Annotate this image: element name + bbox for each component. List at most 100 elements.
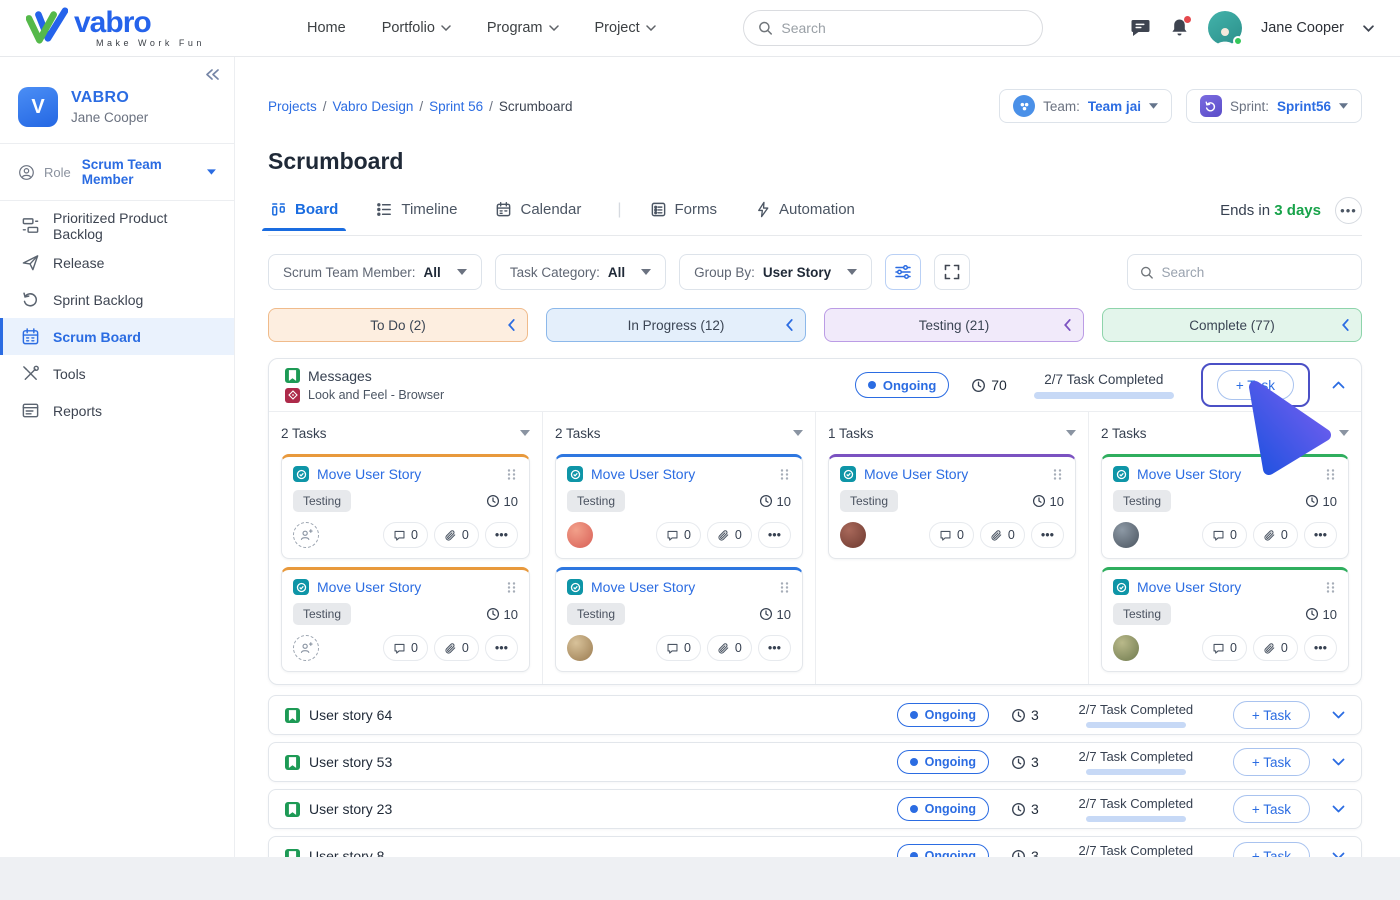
- story-panel-header[interactable]: Messages Look and Feel - Browser Ongoing: [269, 359, 1361, 412]
- drag-handle-icon[interactable]: [1324, 468, 1337, 481]
- tab-calendar[interactable]: Calendar: [493, 201, 583, 230]
- board-search-input[interactable]: [1161, 265, 1349, 280]
- add-task-button[interactable]: + Task: [1217, 370, 1294, 400]
- nav-portfolio[interactable]: Portfolio: [382, 20, 451, 36]
- assignee-avatar[interactable]: [293, 635, 319, 661]
- card-more-icon[interactable]: •••: [485, 522, 518, 548]
- scrum-team-member-filter[interactable]: Scrum Team Member: All: [268, 254, 482, 290]
- expand-row-chevron-down-icon[interactable]: [1332, 711, 1345, 719]
- task-card[interactable]: Move User Story Testing 10: [281, 454, 530, 559]
- global-search[interactable]: [743, 10, 1043, 46]
- assignee-avatar[interactable]: [293, 522, 319, 548]
- task-title-link[interactable]: Move User Story: [591, 466, 770, 482]
- role-value[interactable]: Scrum Team Member: [82, 157, 216, 187]
- more-options-icon[interactable]: •••: [1335, 197, 1362, 224]
- comments-count[interactable]: 0: [383, 635, 428, 661]
- assignee-avatar[interactable]: [567, 522, 593, 548]
- nav-program[interactable]: Program: [487, 20, 559, 36]
- expand-row-chevron-down-icon[interactable]: [1332, 758, 1345, 766]
- task-card[interactable]: Move User Story Testing 10: [281, 567, 530, 672]
- sidebar-item-tools[interactable]: Tools: [0, 355, 234, 392]
- sidebar-item-scrum-board[interactable]: Scrum Board: [0, 318, 234, 355]
- role-selector[interactable]: Role Scrum Team Member: [0, 144, 234, 200]
- task-title-link[interactable]: Move User Story: [591, 579, 770, 595]
- column-header-testing[interactable]: Testing (21): [824, 308, 1084, 342]
- story-row[interactable]: User story 53 Ongoing 3 2/7 Task Complet…: [268, 742, 1362, 782]
- breadcrumb-sprint-56[interactable]: Sprint 56: [429, 99, 483, 114]
- tab-timeline[interactable]: Timeline: [374, 201, 459, 230]
- notifications-bell-icon[interactable]: [1170, 18, 1189, 38]
- group-by-filter[interactable]: Group By: User Story: [679, 254, 872, 290]
- board-search[interactable]: [1127, 254, 1362, 290]
- sprint-selector[interactable]: Sprint: Sprint56: [1186, 89, 1362, 123]
- card-more-icon[interactable]: •••: [758, 522, 791, 548]
- tab-forms[interactable]: Forms: [648, 201, 720, 230]
- status-badge-ongoing[interactable]: Ongoing: [897, 703, 989, 727]
- column-header-in-progress[interactable]: In Progress (12): [546, 308, 806, 342]
- sidebar-item-sprint-backlog[interactable]: Sprint Backlog: [0, 281, 234, 318]
- attachments-count[interactable]: 0: [434, 635, 479, 661]
- task-card[interactable]: Move User Story Testing 10: [828, 454, 1076, 559]
- comments-count[interactable]: 0: [929, 522, 974, 548]
- task-title-link[interactable]: Move User Story: [1137, 579, 1316, 595]
- caret-down-icon[interactable]: [520, 430, 530, 436]
- status-badge-ongoing[interactable]: Ongoing: [897, 750, 989, 774]
- status-badge-ongoing[interactable]: Ongoing: [855, 372, 949, 398]
- task-title-link[interactable]: Move User Story: [317, 579, 497, 595]
- breadcrumb-vabro-design[interactable]: Vabro Design: [333, 99, 414, 114]
- task-category-filter[interactable]: Task Category: All: [495, 254, 666, 290]
- column-header-todo[interactable]: To Do (2): [268, 308, 528, 342]
- attachments-count[interactable]: 0: [434, 522, 479, 548]
- task-title-link[interactable]: Move User Story: [317, 466, 497, 482]
- attachments-count[interactable]: 0: [980, 522, 1025, 548]
- drag-handle-icon[interactable]: [505, 468, 518, 481]
- column-header-complete[interactable]: Complete (77): [1102, 308, 1362, 342]
- drag-handle-icon[interactable]: [505, 581, 518, 594]
- add-task-button[interactable]: + Task: [1233, 795, 1310, 823]
- card-more-icon[interactable]: •••: [1304, 522, 1337, 548]
- story-row[interactable]: User story 23 Ongoing 3 2/7 Task Complet…: [268, 789, 1362, 829]
- drag-handle-icon[interactable]: [778, 468, 791, 481]
- card-more-icon[interactable]: •••: [1031, 522, 1064, 548]
- drag-handle-icon[interactable]: [778, 581, 791, 594]
- attachments-count[interactable]: 0: [707, 635, 752, 661]
- collapse-panel-chevron-up-icon[interactable]: [1332, 381, 1345, 389]
- user-avatar[interactable]: [1208, 11, 1242, 45]
- sidebar-collapse-icon[interactable]: [205, 68, 220, 86]
- breadcrumb-projects[interactable]: Projects: [268, 99, 317, 114]
- add-task-button[interactable]: + Task: [1233, 701, 1310, 729]
- nav-home[interactable]: Home: [307, 20, 346, 36]
- drag-handle-icon[interactable]: [1324, 581, 1337, 594]
- board-settings-sliders-icon[interactable]: [885, 254, 921, 290]
- team-selector[interactable]: Team: Team jai: [999, 89, 1172, 123]
- comments-count[interactable]: 0: [1202, 635, 1247, 661]
- fullscreen-icon[interactable]: [934, 254, 970, 290]
- assignee-avatar[interactable]: [567, 635, 593, 661]
- task-card[interactable]: Move User Story Testing 10: [555, 454, 803, 559]
- user-menu-caret-icon[interactable]: [1363, 25, 1374, 32]
- add-task-button[interactable]: + Task: [1233, 748, 1310, 776]
- user-name[interactable]: Jane Cooper: [1261, 20, 1344, 36]
- comments-count[interactable]: 0: [656, 522, 701, 548]
- attachments-count[interactable]: 0: [707, 522, 752, 548]
- task-card[interactable]: Move User Story Testing 10: [555, 567, 803, 672]
- nav-project[interactable]: Project: [595, 20, 656, 36]
- task-title-link[interactable]: Move User Story: [1137, 466, 1316, 482]
- story-row[interactable]: User story 64 Ongoing 3 2/7 Task Complet…: [268, 695, 1362, 735]
- comments-count[interactable]: 0: [656, 635, 701, 661]
- comments-count[interactable]: 0: [383, 522, 428, 548]
- assignee-avatar[interactable]: [1113, 635, 1139, 661]
- card-more-icon[interactable]: •••: [485, 635, 518, 661]
- task-title-link[interactable]: Move User Story: [864, 466, 1043, 482]
- sidebar-item-prioritized-product-backlog[interactable]: Prioritized Product Backlog: [0, 207, 234, 244]
- messages-icon[interactable]: [1130, 19, 1151, 38]
- sidebar-item-release[interactable]: Release: [0, 244, 234, 281]
- tab-automation[interactable]: Automation: [753, 201, 857, 230]
- caret-down-icon[interactable]: [793, 430, 803, 436]
- sidebar-item-reports[interactable]: Reports: [0, 392, 234, 429]
- workspace-block[interactable]: V VABRO Jane Cooper: [0, 57, 234, 143]
- task-card[interactable]: Move User Story Testing 10: [1101, 454, 1349, 559]
- caret-down-icon[interactable]: [1066, 430, 1076, 436]
- drag-handle-icon[interactable]: [1051, 468, 1064, 481]
- comments-count[interactable]: 0: [1202, 522, 1247, 548]
